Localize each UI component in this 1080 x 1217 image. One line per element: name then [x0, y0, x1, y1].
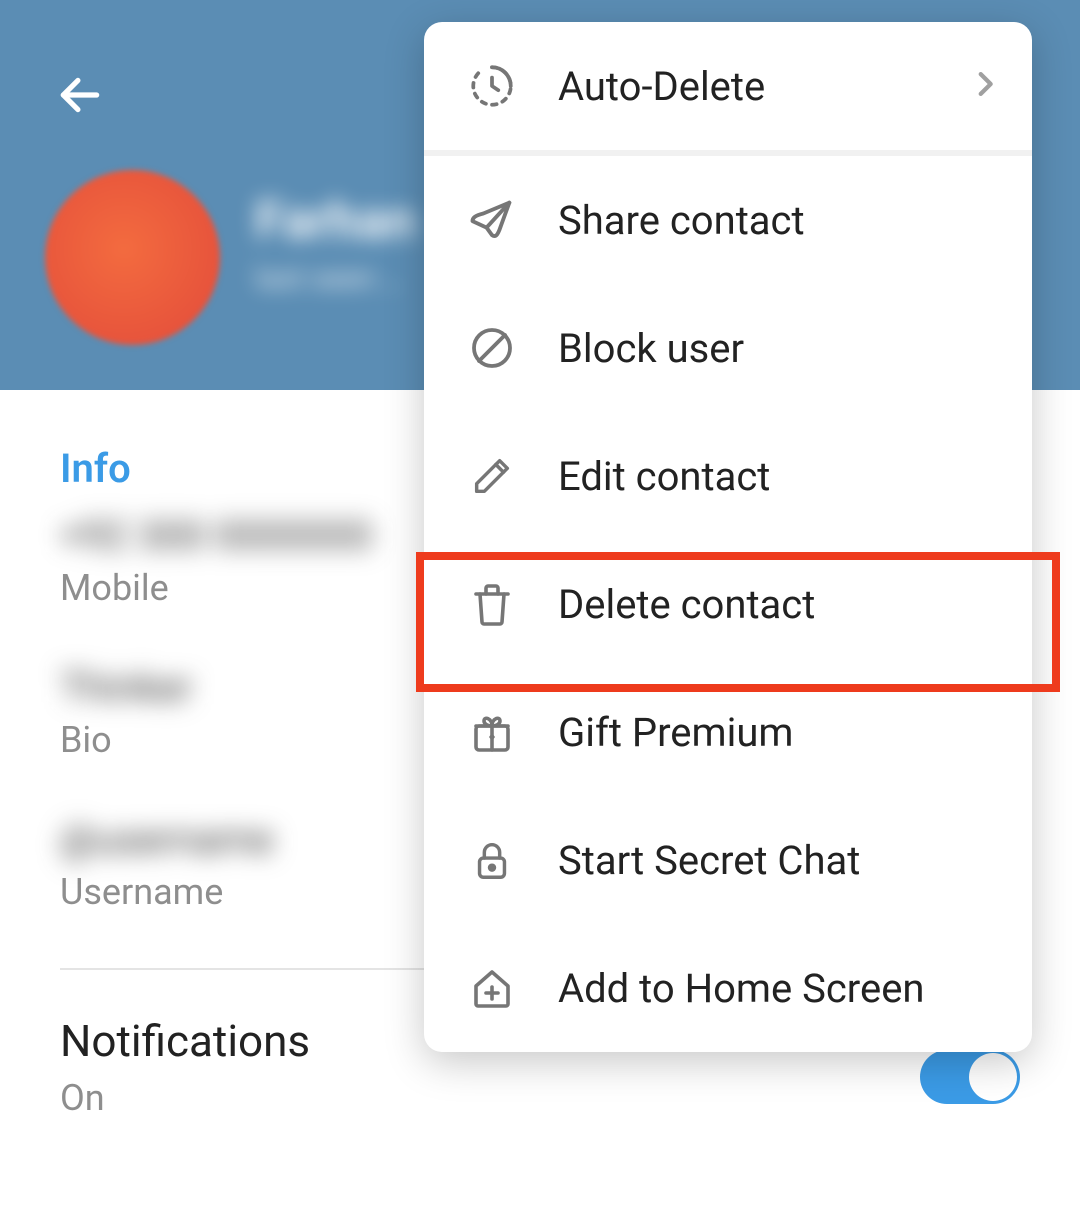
menu-auto-delete[interactable]: Auto-Delete	[424, 22, 1032, 150]
contact-name: Farhan	[255, 190, 415, 251]
menu-edit-contact[interactable]: Edit contact	[424, 412, 1032, 540]
last-seen-status: last seen …	[255, 261, 415, 296]
menu-label: Start Secret Chat	[558, 837, 1002, 884]
back-arrow-icon	[55, 70, 105, 120]
menu-share-contact[interactable]: Share contact	[424, 156, 1032, 284]
lock-icon	[452, 837, 532, 883]
menu-label: Edit contact	[558, 453, 1002, 500]
back-button[interactable]	[45, 60, 115, 130]
timer-icon	[452, 61, 532, 111]
options-menu: Auto-Delete Share contact Block user E	[424, 22, 1032, 1052]
menu-label: Auto-Delete	[558, 63, 968, 110]
block-icon	[452, 324, 532, 372]
notifications-status: On	[60, 1077, 310, 1119]
pencil-icon	[452, 453, 532, 499]
contact-name-area: Farhan last seen …	[255, 190, 415, 296]
menu-block-user[interactable]: Block user	[424, 284, 1032, 412]
menu-label: Share contact	[558, 197, 1002, 244]
trash-icon	[452, 580, 532, 628]
share-icon	[452, 194, 532, 246]
menu-add-to-home[interactable]: Add to Home Screen	[424, 924, 1032, 1052]
menu-start-secret-chat[interactable]: Start Secret Chat	[424, 796, 1032, 924]
avatar[interactable]	[45, 170, 220, 345]
notifications-title: Notifications	[60, 1015, 310, 1067]
home-plus-icon	[452, 964, 532, 1012]
menu-label: Gift Premium	[558, 709, 1002, 756]
menu-label: Add to Home Screen	[558, 965, 1002, 1012]
menu-label: Delete contact	[558, 581, 1002, 628]
menu-delete-contact[interactable]: Delete contact	[424, 540, 1032, 668]
chevron-right-icon	[968, 67, 1002, 105]
notifications-toggle[interactable]	[920, 1050, 1020, 1104]
menu-label: Block user	[558, 325, 1002, 372]
gift-icon	[452, 708, 532, 756]
menu-gift-premium[interactable]: Gift Premium	[424, 668, 1032, 796]
